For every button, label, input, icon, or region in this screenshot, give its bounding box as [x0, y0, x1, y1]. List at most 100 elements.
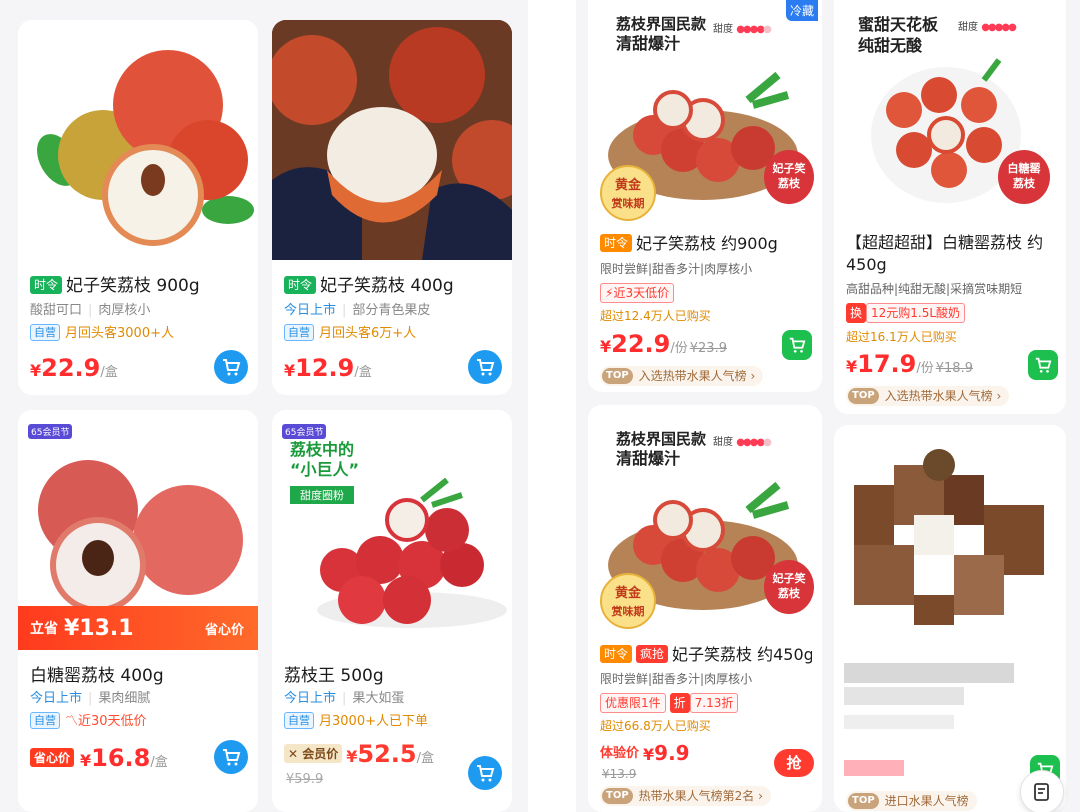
edit-note-icon [1034, 783, 1049, 801]
trend-down-icon: 〽 [65, 714, 79, 729]
lychee-image [38, 460, 243, 613]
product-price: ¥22.9/盒 [30, 354, 118, 382]
feedback-button[interactable] [1020, 770, 1064, 812]
cart-icon [223, 749, 241, 766]
product-subtitle: 今日上市 | 果大如蛋 [284, 691, 405, 706]
product-title: 时令 妃子笑荔枝 约900g [600, 232, 812, 256]
product-price: 省心价 ¥16.8/盒 [30, 744, 168, 772]
product-subtitle: 酸甜可口 | 肉厚核小 [30, 303, 151, 318]
product-image: 65会员节 立省 ¥13.1 省心价 [18, 410, 258, 650]
original-price: ¥13.9 [602, 767, 637, 781]
golden-period-stamp: 黄金 赏味期 [600, 165, 656, 221]
product-description: 高甜品种|纯甜无酸|采摘赏味期短 [846, 282, 1023, 296]
blurred-product-image [854, 449, 1044, 625]
product-title: 时令 妃子笑荔枝 400g [284, 274, 502, 298]
product-price: ¥22.9/份 ¥23.9 [600, 330, 727, 358]
sales-count: 超过66.8万人已购买 [600, 719, 711, 733]
member-festival-tag: 65会员节 [282, 424, 327, 439]
sales-count: 超过16.1万人已购买 [846, 330, 957, 344]
product-card[interactable]: 冷藏 荔枝界国民款 清甜爆汁 甜度 ●●●●● 黄金 赏味期 妃子笑 荔枝 时令… [588, 0, 822, 392]
product-description: 限时尝鲜|甜香多汁|肉厚核小 [600, 262, 753, 276]
blurred-price [844, 760, 904, 776]
hot-badge: 疯抢 [636, 645, 669, 663]
blurred-title [844, 687, 964, 705]
product-image [18, 20, 258, 260]
product-card[interactable]: 时令 妃子笑荔枝 400g 今日上市 | 部分青色果皮 自营 月回头客6万+人 ¥12.… [272, 20, 512, 395]
variety-stamp: 妃子笑 荔枝 [764, 560, 814, 614]
poster-headline: 荔枝中的 “小巨人” 甜度圈粉 [290, 440, 360, 504]
golden-period-stamp: 黄金 赏味期 [600, 573, 656, 629]
self-operated-tag: 自营 [30, 324, 60, 341]
add-to-cart-button[interactable] [468, 756, 502, 790]
product-promo: 自营 〽近30天低价 [30, 712, 250, 731]
cart-icon [477, 765, 495, 782]
price-type-tag: 省心价 [30, 748, 75, 767]
ranking-link[interactable]: TOP 热带水果人气榜第2名 › [600, 786, 771, 806]
product-price: ¥17.9/份 ¥18.9 [846, 350, 973, 378]
right-product-grid: 冷藏 荔枝界国民款 清甜爆汁 甜度 ●●●●● 黄金 赏味期 妃子笑 荔枝 时令… [576, 0, 1080, 812]
product-card[interactable]: 65会员节 荔枝中的 “小巨人” 甜度圈粉 荔枝王 500g 今日上市|果大 [272, 410, 512, 812]
self-operated-tag: 自营 [30, 712, 60, 729]
product-image [272, 20, 512, 260]
product-title: 白糖罂荔枝 400g [30, 666, 164, 686]
cart-icon [1035, 357, 1052, 373]
product-description: 限时尝鲜|甜香多汁|肉厚核小 [600, 672, 753, 686]
divider [528, 0, 576, 812]
product-image: 65会员节 荔枝中的 “小巨人” 甜度圈粉 [272, 410, 512, 650]
product-subtitle: 今日上市 | 果肉细腻 [30, 691, 151, 706]
product-card[interactable]: 时令 妃子笑荔枝 900g 酸甜可口 | 肉厚核小 自营 月回头客3000+人 ¥22.… [18, 20, 258, 395]
ranking-link[interactable]: TOP 进口水果人气榜 [846, 791, 977, 811]
product-promo: 自营 月回头客6万+人 [284, 324, 504, 343]
left-product-grid: 时令 妃子笑荔枝 900g 酸甜可口 | 肉厚核小 自营 月回头客3000+人 ¥22.… [0, 0, 528, 812]
product-promo: 自营 月回头客3000+人 [30, 324, 250, 343]
blurred-title [844, 663, 1014, 683]
product-promo: 自营 月3000+人已下单 [284, 712, 504, 731]
original-price: ¥59.9 [286, 772, 324, 787]
add-to-cart-button[interactable] [468, 350, 502, 384]
seasonal-badge: 时令 [600, 645, 633, 663]
product-price: ¥12.9/盒 [284, 354, 372, 382]
savings-banner: 立省 ¥13.1 省心价 [18, 606, 258, 650]
seasonal-badge: 时令 [600, 234, 633, 252]
add-to-cart-button[interactable] [782, 330, 812, 360]
product-title: 时令 疯抢 妃子笑荔枝 约450g [600, 643, 812, 667]
lychee-image [272, 20, 512, 260]
add-to-cart-button[interactable] [1028, 350, 1058, 380]
variety-stamp: 白糖罂 荔枝 [998, 150, 1050, 204]
product-image: 冷藏 荔枝界国民款 清甜爆汁 甜度 ●●●●● 黄金 赏味期 妃子笑 荔枝 [588, 0, 822, 225]
product-card[interactable]: 荔枝界国民款 清甜爆汁 甜度 ●●●●● 黄金 赏味期 妃子笑 荔枝 时令 疯抢… [588, 405, 822, 812]
product-title: 时令 妃子笑荔枝 900g [30, 274, 248, 298]
ranking-link[interactable]: TOP 入选热带水果人气榜 › [846, 386, 1010, 406]
product-title: 【超超超甜】白糖罂荔枝 约 450g [846, 233, 1044, 274]
variety-stamp: 妃子笑 荔枝 [764, 150, 814, 204]
lychee-image [37, 50, 254, 246]
product-image: 荔枝界国民款 清甜爆汁 甜度 ●●●●● 黄金 赏味期 妃子笑 荔枝 [588, 405, 822, 637]
seasonal-badge: 时令 [284, 276, 317, 294]
add-to-cart-button[interactable] [214, 350, 248, 384]
low-price-badge: ⚡近3天低价 [600, 283, 678, 303]
cart-icon [477, 359, 495, 376]
member-festival-tag: 65会员节 [28, 424, 73, 439]
discount-badges: 优惠限1件折 7.13折 [600, 693, 742, 713]
exchange-offer: 换 12元购1.5L酸奶 [846, 303, 969, 323]
product-card[interactable]: 蜜甜天花板 纯甜无酸 甜度 ●●●●● 白糖罂 荔枝 【超超超甜】白糖罂荔枝 约… [834, 0, 1066, 414]
product-title: 荔枝王 500g [284, 666, 384, 686]
add-to-cart-button[interactable] [214, 740, 248, 774]
grab-button[interactable]: 抢 [774, 749, 814, 777]
product-subtitle: 今日上市 | 部分青色果皮 [284, 303, 431, 318]
seasonal-badge: 时令 [30, 276, 63, 294]
ranking-link[interactable]: TOP 入选热带水果人气榜 › [600, 366, 764, 386]
product-card[interactable]: 65会员节 立省 ¥13.1 省心价 白糖罂荔枝 400g 今日上市 | 果肉细腻 … [18, 410, 258, 812]
product-price: 体验价 ¥9.9 [600, 741, 690, 765]
cart-icon [789, 337, 806, 353]
product-card[interactable]: TOP 进口水果人气榜 [834, 425, 1066, 812]
blurred-desc [844, 715, 954, 729]
self-operated-tag: 自营 [284, 324, 314, 341]
member-price-tag: ✕ 会员价 [284, 744, 343, 763]
product-image: 蜜甜天花板 纯甜无酸 甜度 ●●●●● 白糖罂 荔枝 [834, 0, 1066, 225]
self-operated-tag: 自营 [284, 712, 314, 729]
product-price: ✕ 会员价 ¥52.5/盒 [284, 740, 434, 768]
cart-icon [223, 359, 241, 376]
product-image [834, 425, 1066, 645]
sales-count: 超过12.4万人已购买 [600, 309, 711, 323]
